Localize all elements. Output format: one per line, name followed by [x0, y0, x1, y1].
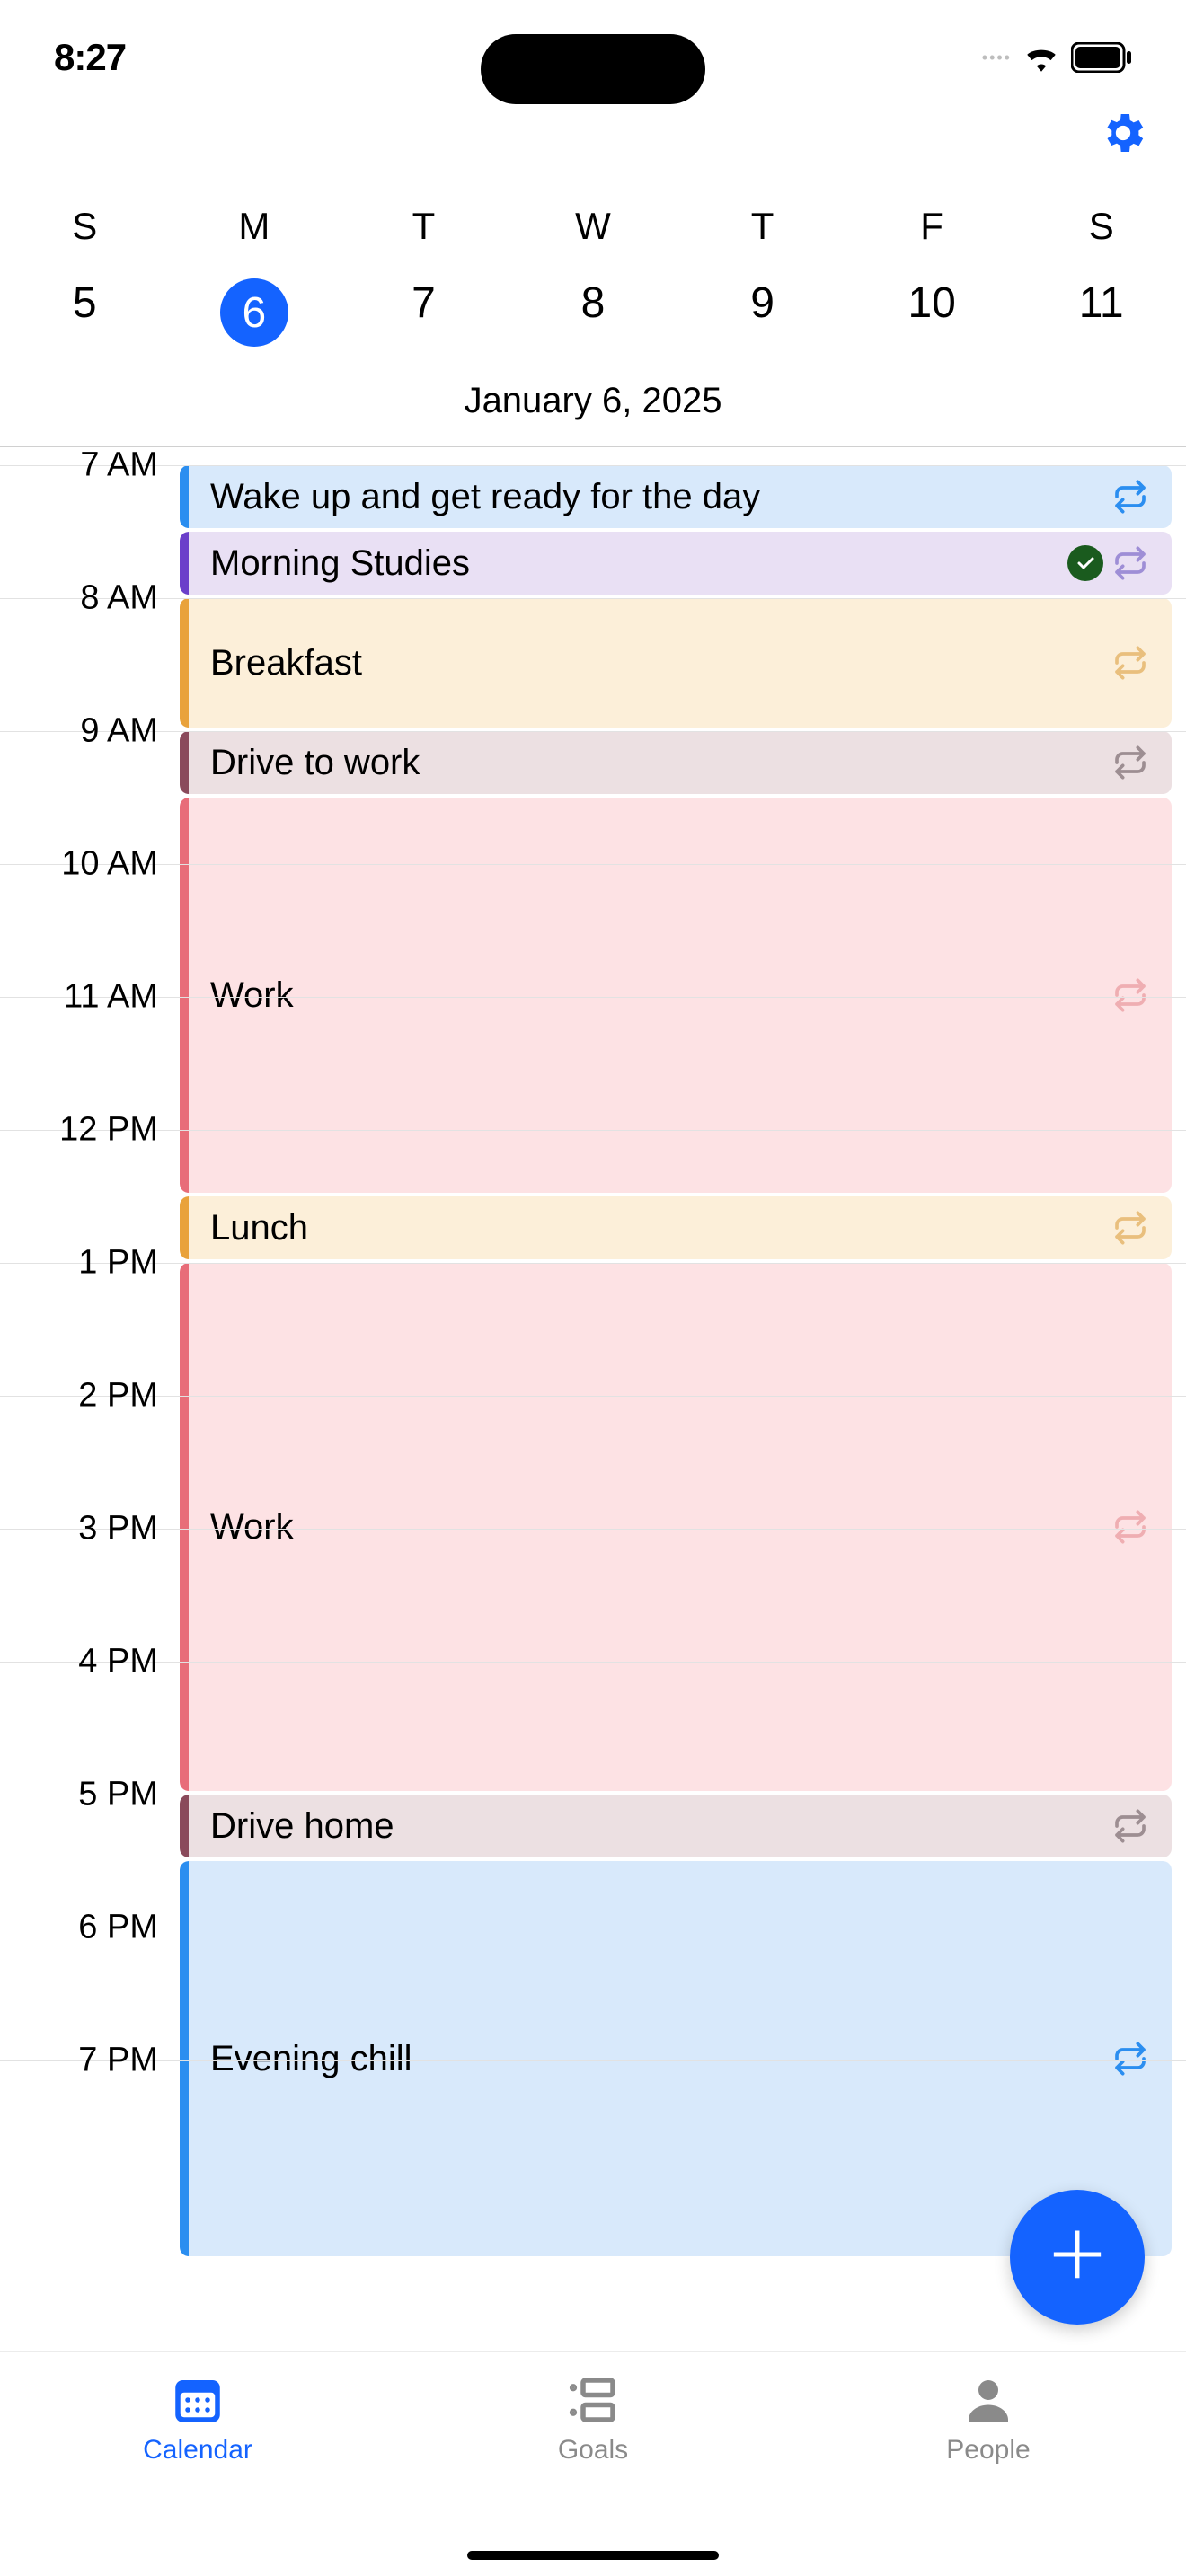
event-color-bar [180, 598, 189, 728]
calendar-event[interactable]: Drive home [180, 1795, 1172, 1857]
day-number[interactable]: 7 [339, 260, 509, 365]
event-badges [1112, 1509, 1172, 1545]
hour-label: 7 PM [0, 2042, 171, 2080]
weekday-letter: W [509, 192, 678, 260]
event-title: Work [180, 1507, 1112, 1548]
calendar-event[interactable]: Drive to work [180, 731, 1172, 794]
repeat-icon [1112, 479, 1148, 515]
event-badges [1112, 645, 1172, 681]
day-number[interactable]: 6 [170, 260, 340, 365]
hour-label: 2 PM [0, 1377, 171, 1416]
calendar-event[interactable]: Breakfast [180, 598, 1172, 728]
people-icon [959, 2370, 1018, 2430]
hour-label: 3 PM [0, 1510, 171, 1548]
repeat-icon [1112, 2041, 1148, 2077]
hour-label: 8 AM [0, 579, 171, 618]
battery-icon [1071, 42, 1132, 73]
tab-label: Calendar [143, 2435, 252, 2466]
event-title: Lunch [180, 1208, 1112, 1248]
week-header: SMTWTFS 567891011 January 6, 2025 [0, 165, 1186, 446]
day-number[interactable]: 8 [509, 260, 678, 365]
tab-bar: Calendar Goals People [0, 2351, 1186, 2576]
wifi-icon [1022, 43, 1060, 72]
hour-label: 10 AM [0, 845, 171, 884]
calendar-event[interactable]: Lunch [180, 1196, 1172, 1259]
calendar-event[interactable]: Work [180, 1263, 1172, 1791]
hour-label: 6 PM [0, 1909, 171, 1947]
plus-icon: ＋ [1045, 2225, 1110, 2289]
event-badges [1112, 1210, 1172, 1246]
calendar-event[interactable]: Morning Studies [180, 532, 1172, 595]
calendar-day-view[interactable]: Wake up and get ready for the day Morning… [0, 446, 1186, 2210]
hour-label: 12 PM [0, 1111, 171, 1150]
event-title: Breakfast [180, 643, 1112, 684]
date-subtitle: January 6, 2025 [0, 365, 1186, 446]
calendar-icon [168, 2370, 227, 2430]
hour-label: 5 PM [0, 1776, 171, 1814]
status-bar: 8:27 •••• [0, 0, 1186, 108]
tab-people[interactable]: People [791, 2370, 1186, 2576]
repeat-icon [1112, 1808, 1148, 1844]
repeat-icon [1112, 977, 1148, 1013]
home-indicator [467, 2551, 719, 2560]
weekday-letter: S [1016, 192, 1186, 260]
event-color-bar [180, 532, 189, 595]
repeat-icon [1112, 1210, 1148, 1246]
weekday-letter: T [339, 192, 509, 260]
day-number[interactable]: 9 [677, 260, 847, 365]
goals-icon [563, 2370, 623, 2430]
status-time: 8:27 [54, 36, 126, 79]
hour-label: 7 AM [0, 446, 171, 485]
add-event-button[interactable]: ＋ [1010, 2190, 1145, 2325]
event-title: Work [180, 975, 1112, 1016]
tab-calendar[interactable]: Calendar [0, 2370, 395, 2576]
event-badges [1112, 2041, 1172, 2077]
repeat-icon [1112, 745, 1148, 781]
tab-label: Goals [558, 2435, 628, 2466]
hour-label: 1 PM [0, 1244, 171, 1283]
event-title: Morning Studies [180, 543, 1067, 584]
event-badges [1067, 545, 1172, 581]
gear-icon [1098, 108, 1148, 158]
event-color-bar [180, 1795, 189, 1857]
repeat-icon [1112, 1509, 1148, 1545]
weekday-letter: S [0, 192, 170, 260]
hour-label: 11 AM [0, 978, 171, 1017]
event-color-bar [180, 465, 189, 528]
event-color-bar [180, 1196, 189, 1259]
calendar-event[interactable]: Evening chill [180, 1861, 1172, 2256]
dynamic-island [481, 34, 705, 104]
event-color-bar [180, 1861, 189, 2256]
repeat-icon [1112, 645, 1148, 681]
weekday-letter: T [677, 192, 847, 260]
weekday-letter: M [170, 192, 340, 260]
day-number[interactable]: 5 [0, 260, 170, 365]
event-color-bar [180, 1263, 189, 1791]
event-color-bar [180, 731, 189, 794]
tab-label: People [946, 2435, 1030, 2466]
cellular-dots-icon: •••• [982, 49, 1012, 67]
day-number[interactable]: 10 [847, 260, 1017, 365]
repeat-icon [1112, 545, 1148, 581]
tab-goals[interactable]: Goals [395, 2370, 791, 2576]
event-title: Drive home [180, 1806, 1112, 1847]
hour-label: 9 AM [0, 712, 171, 751]
settings-button[interactable] [1098, 108, 1148, 158]
event-badges [1112, 479, 1172, 515]
check-badge [1067, 545, 1103, 581]
event-badges [1112, 977, 1172, 1013]
event-badges [1112, 745, 1172, 781]
day-number[interactable]: 11 [1016, 260, 1186, 365]
event-color-bar [180, 798, 189, 1193]
event-badges [1112, 1808, 1172, 1844]
event-title: Evening chill [180, 2039, 1112, 2079]
hour-label: 4 PM [0, 1643, 171, 1681]
calendar-event[interactable]: Wake up and get ready for the day [180, 465, 1172, 528]
event-title: Wake up and get ready for the day [180, 477, 1112, 517]
calendar-event[interactable]: Work [180, 798, 1172, 1193]
status-icons: •••• [982, 42, 1132, 73]
event-title: Drive to work [180, 743, 1112, 783]
weekday-letter: F [847, 192, 1017, 260]
